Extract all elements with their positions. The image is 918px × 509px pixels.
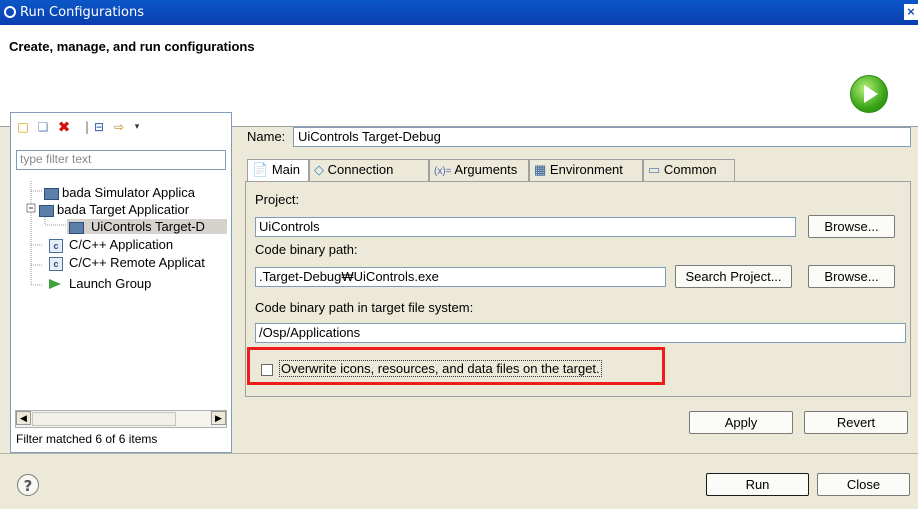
launch-group-icon <box>49 279 61 289</box>
scroll-right-icon[interactable]: ▶ <box>211 411 226 425</box>
run-button[interactable]: Run <box>706 473 809 496</box>
tree-item[interactable]: bada Target Applicatior <box>39 202 189 217</box>
binary-path-label: Code binary path: <box>255 242 358 257</box>
browse-project-button[interactable]: Browse... <box>808 215 895 238</box>
bada-icon <box>69 222 84 234</box>
tree-item[interactable]: bada Simulator Applica <box>44 185 195 200</box>
separator <box>0 453 918 454</box>
connection-icon: ◇ <box>314 162 324 177</box>
scroll-left-icon[interactable]: ◀ <box>16 411 31 425</box>
tab-main[interactable]: 📄 Main <box>247 159 309 182</box>
main-tab-icon: 📄 <box>252 162 269 177</box>
scroll-thumb[interactable] <box>32 412 176 426</box>
name-input[interactable]: UiControls Target-Debug <box>293 127 911 147</box>
c-icon: c <box>49 257 63 271</box>
filter-status: Filter matched 6 of 6 items <box>16 432 158 446</box>
overwrite-label[interactable]: Overwrite icons, resources, and data fil… <box>279 360 602 377</box>
target-path-input[interactable]: /Osp/Applications <box>255 323 906 343</box>
run-icon <box>850 75 888 113</box>
tab-environment[interactable]: ▦ Environment <box>529 159 643 181</box>
tree-item[interactable]: c C/C++ Remote Applicat <box>49 255 205 271</box>
help-icon[interactable]: ? <box>17 474 39 496</box>
tree-item[interactable]: Launch Group <box>49 276 151 291</box>
close-button[interactable]: Close <box>817 473 910 496</box>
tab-arguments[interactable]: (x)= Arguments <box>429 159 529 181</box>
eclipse-icon <box>4 6 16 18</box>
apply-button[interactable]: Apply <box>689 411 793 434</box>
target-path-label: Code binary path in target file system: <box>255 300 474 315</box>
name-label: Name: <box>247 129 286 144</box>
title-bar: Run Configurations × <box>0 0 918 25</box>
window-title: Run Configurations <box>20 5 144 20</box>
bada-icon <box>39 205 54 217</box>
arguments-icon: (x)= <box>434 166 452 177</box>
project-label: Project: <box>255 192 300 207</box>
search-project-button[interactable]: Search Project... <box>675 265 792 288</box>
configuration-tree-panel: □ ❏ ✖ | ⊟ ⇨ ▾ type filter text bada Simu… <box>10 112 232 453</box>
common-icon: ▭ <box>648 162 661 177</box>
tree-item-selected[interactable]: UiControls Target-D <box>67 219 227 234</box>
browse-binary-button[interactable]: Browse... <box>808 265 895 288</box>
header-title: Create, manage, and run configurations <box>9 39 255 54</box>
binary-path-input[interactable]: .Target-Debug₩UiControls.exe <box>255 267 666 287</box>
tab-common[interactable]: ▭ Common <box>643 159 735 181</box>
overwrite-checkbox[interactable] <box>261 364 273 376</box>
tree-item[interactable]: c C/C++ Application <box>49 237 173 253</box>
bada-icon <box>44 188 59 200</box>
environment-icon: ▦ <box>534 162 547 177</box>
tab-connection[interactable]: ◇ Connection <box>309 159 429 181</box>
horizontal-scrollbar[interactable]: ◀ ▶ <box>15 410 227 428</box>
c-icon: c <box>49 239 63 253</box>
close-icon[interactable]: × <box>904 4 918 20</box>
revert-button[interactable]: Revert <box>804 411 908 434</box>
project-input[interactable]: UiControls <box>255 217 796 237</box>
